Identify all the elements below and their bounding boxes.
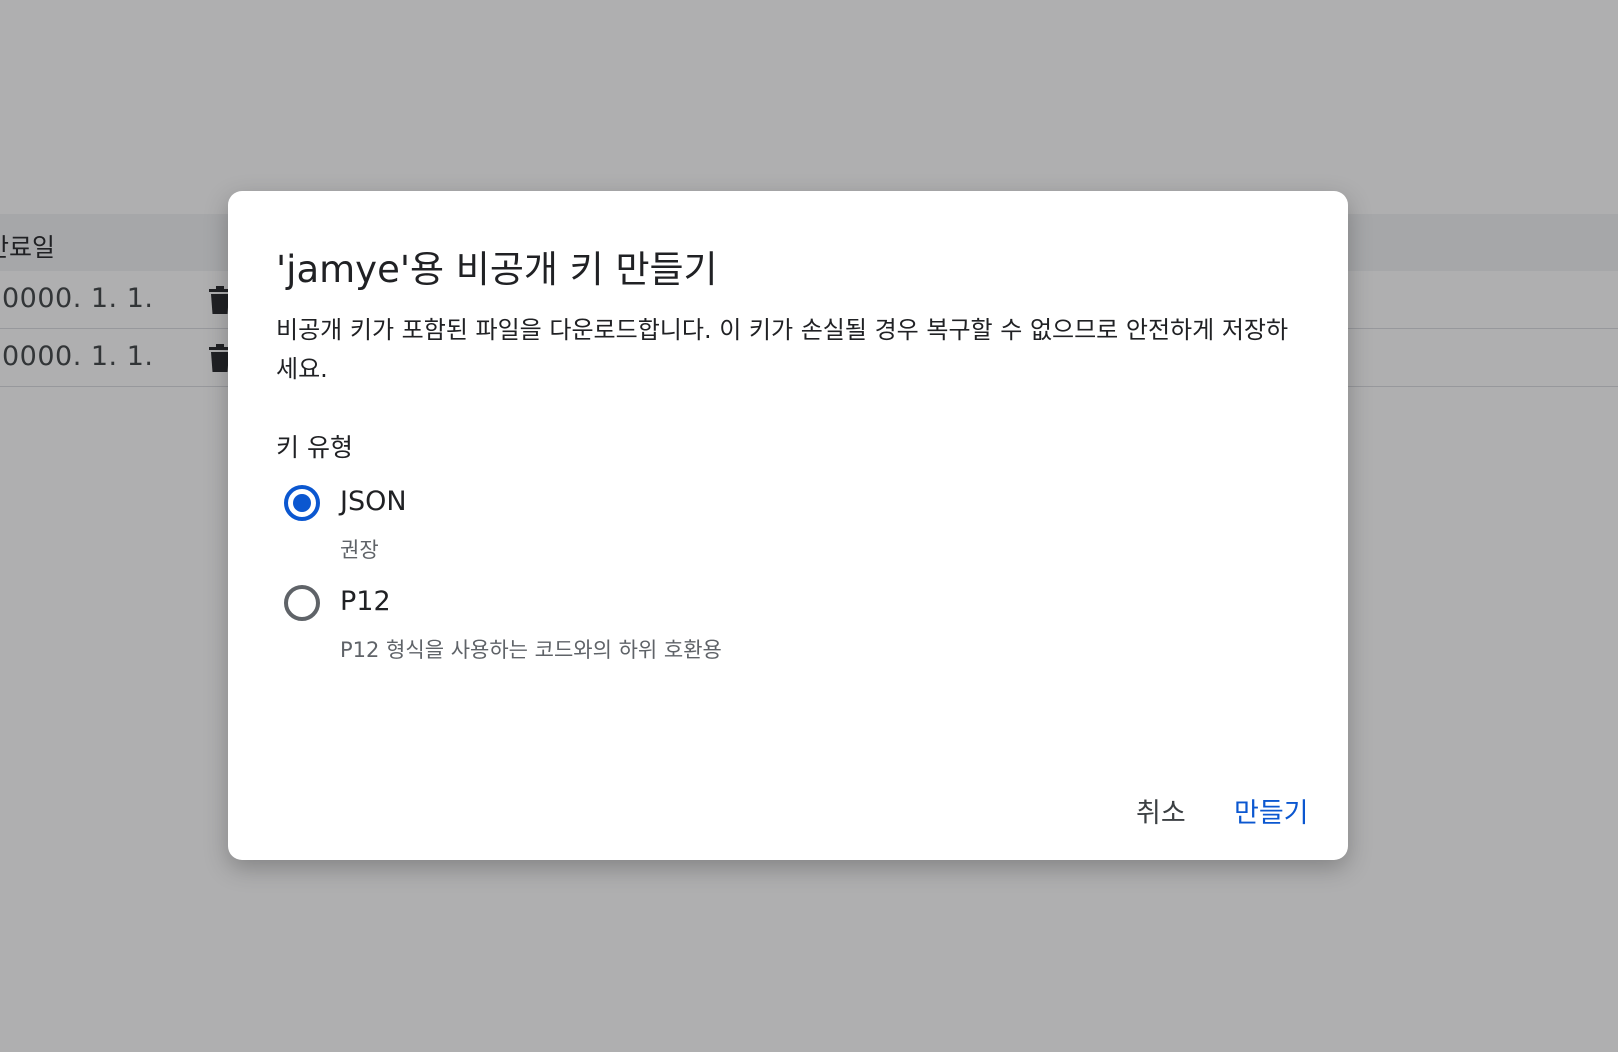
option-json-label[interactable]: JSON — [340, 486, 407, 517]
create-button[interactable]: 만들기 — [1234, 791, 1309, 830]
radio-p12[interactable] — [284, 585, 320, 621]
key-type-label: 키 유형 — [276, 433, 353, 462]
option-p12-label[interactable]: P12 — [340, 586, 391, 617]
dialog-title: 'jamye'용 비공개 키 만들기 — [276, 248, 718, 291]
cancel-button[interactable]: 취소 — [1136, 791, 1186, 830]
create-private-key-dialog: 'jamye'용 비공개 키 만들기 비공개 키가 포함된 파일을 다운로드합니… — [228, 191, 1348, 860]
option-json-sublabel: 권장 — [340, 538, 379, 562]
radio-json[interactable] — [284, 485, 320, 521]
dialog-description: 비공개 키가 포함된 파일을 다운로드합니다. 이 키가 손실될 경우 복구할 … — [276, 316, 1289, 383]
option-p12-sublabel: P12 형식을 사용하는 코드와의 하위 호환용 — [340, 638, 722, 662]
